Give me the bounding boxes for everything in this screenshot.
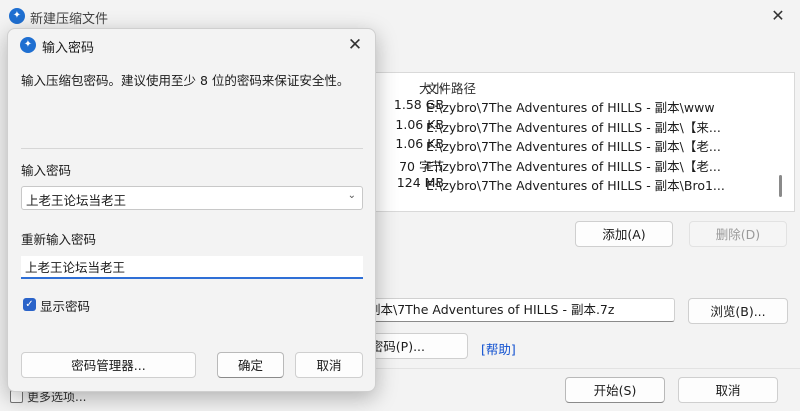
table-row[interactable]: 70 字节 E:\zybro\7The Adventures of HILLS … [331,156,794,175]
file-path: E:\zybro\7The Adventures of HILLS - 副本\w… [426,100,715,115]
password-manager-button[interactable]: 密码管理器... [21,352,196,378]
remove-button[interactable]: 删除(D) [689,221,787,247]
password-label: 输入密码 [21,163,72,178]
start-button[interactable]: 开始(S) [565,377,665,403]
dialog-close-button[interactable]: ✕ [343,32,367,58]
window-close-button[interactable]: ✕ [766,4,790,28]
chevron-down-icon[interactable]: ⌄ [348,190,356,201]
file-path: E:\zybro\7The Adventures of HILLS - 副本\B… [426,178,725,193]
window-title: 新建压缩文件 [30,12,109,27]
main-cancel-button[interactable]: 取消 [678,377,778,403]
dialog-title: 输入密码 [42,41,95,56]
add-button[interactable]: 添加(A) [575,221,673,247]
column-header-path[interactable]: 文件路径 [426,78,476,97]
dialog-description: 输入压缩包密码。建议使用至少 8 位的密码来保证安全性。 [21,73,350,88]
divider [21,148,363,149]
ok-button[interactable]: 确定 [217,352,284,378]
password-dialog: ✦ 输入密码 ✕ 输入压缩包密码。建议使用至少 8 位的密码来保证安全性。 输入… [7,28,376,392]
archive-path-input[interactable]: 副本\7The Adventures of HILLS - 副本.7z [340,298,675,322]
table-row[interactable]: 1.06 KB E:\zybro\7The Adventures of HILL… [331,136,794,155]
archive-path-text: 副本\7The Adventures of HILLS - 副本.7z [368,302,615,317]
app-logo-icon: ✦ [9,8,25,24]
divider [374,368,800,369]
confirm-password-label: 重新输入密码 [21,232,97,247]
file-path: E:\zybro\7The Adventures of HILLS - 副本\【… [426,139,721,154]
password-combobox[interactable]: 上老王论坛当老王 ⌄ [21,186,363,210]
file-list-header: 大小 文件路径 [331,78,794,96]
file-list[interactable]: 大小 文件路径 1.58 GB E:\zybro\7The Adventures… [330,72,795,212]
help-link[interactable]: [帮助] [481,339,516,358]
app-logo-icon: ✦ [20,37,36,53]
more-options-label: 更多选项... [27,390,87,404]
table-row[interactable]: 124 MB E:\zybro\7The Adventures of HILLS… [331,175,794,194]
show-password-label[interactable]: 显示密码 [40,296,90,315]
table-row[interactable]: 1.06 KB E:\zybro\7The Adventures of HILL… [331,117,794,136]
show-password-checkbox[interactable]: ✓ [23,298,36,311]
browse-button[interactable]: 浏览(B)... [688,298,788,324]
table-row[interactable]: 1.58 GB E:\zybro\7The Adventures of HILL… [331,97,794,116]
password-value: 上老王论坛当老王 [26,193,127,208]
file-path: E:\zybro\7The Adventures of HILLS - 副本\【… [426,159,721,174]
file-path: E:\zybro\7The Adventures of HILLS - 副本\【… [426,120,721,135]
check-icon: ✓ [25,299,34,310]
file-list-scrollbar[interactable] [779,175,782,197]
confirm-password-input[interactable] [21,256,363,279]
dialog-cancel-button[interactable]: 取消 [295,352,363,378]
